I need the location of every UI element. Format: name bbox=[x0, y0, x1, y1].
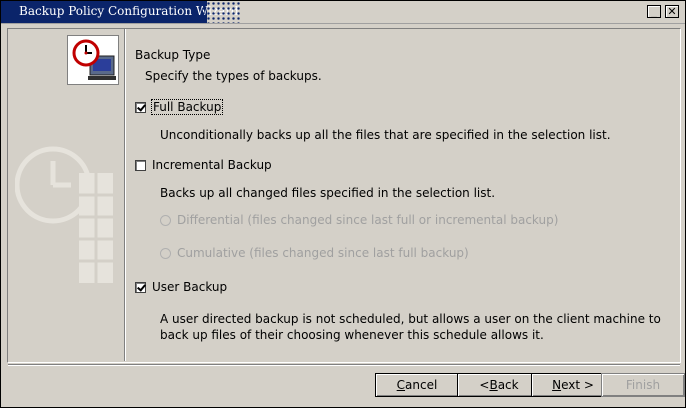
title-bar[interactable]: Backup Policy Configuration Wizard _ ✕ bbox=[1, 1, 685, 24]
next-rest: ext > bbox=[561, 378, 594, 392]
next-mnemonic: N bbox=[552, 378, 562, 392]
title-tab: Backup Policy Configuration Wizard bbox=[1, 1, 239, 23]
finish-button[interactable]: Finish bbox=[601, 373, 685, 397]
close-button[interactable]: ✕ bbox=[665, 5, 679, 18]
wizard-window: Backup Policy Configuration Wizard _ ✕ B… bbox=[0, 0, 686, 408]
cancel-rest: ancel bbox=[405, 378, 438, 392]
button-separator bbox=[8, 364, 680, 366]
back-mnemonic: B bbox=[489, 378, 498, 392]
minimize-button[interactable]: _ bbox=[647, 5, 661, 18]
back-button[interactable]: < Back bbox=[457, 373, 541, 397]
back-rest: ack bbox=[497, 378, 519, 392]
content-frame bbox=[7, 28, 681, 363]
title-dither bbox=[201, 1, 241, 23]
cancel-button[interactable]: Cancel bbox=[375, 373, 459, 397]
cancel-mnemonic: C bbox=[396, 378, 406, 392]
back-prefix: < bbox=[479, 378, 490, 392]
